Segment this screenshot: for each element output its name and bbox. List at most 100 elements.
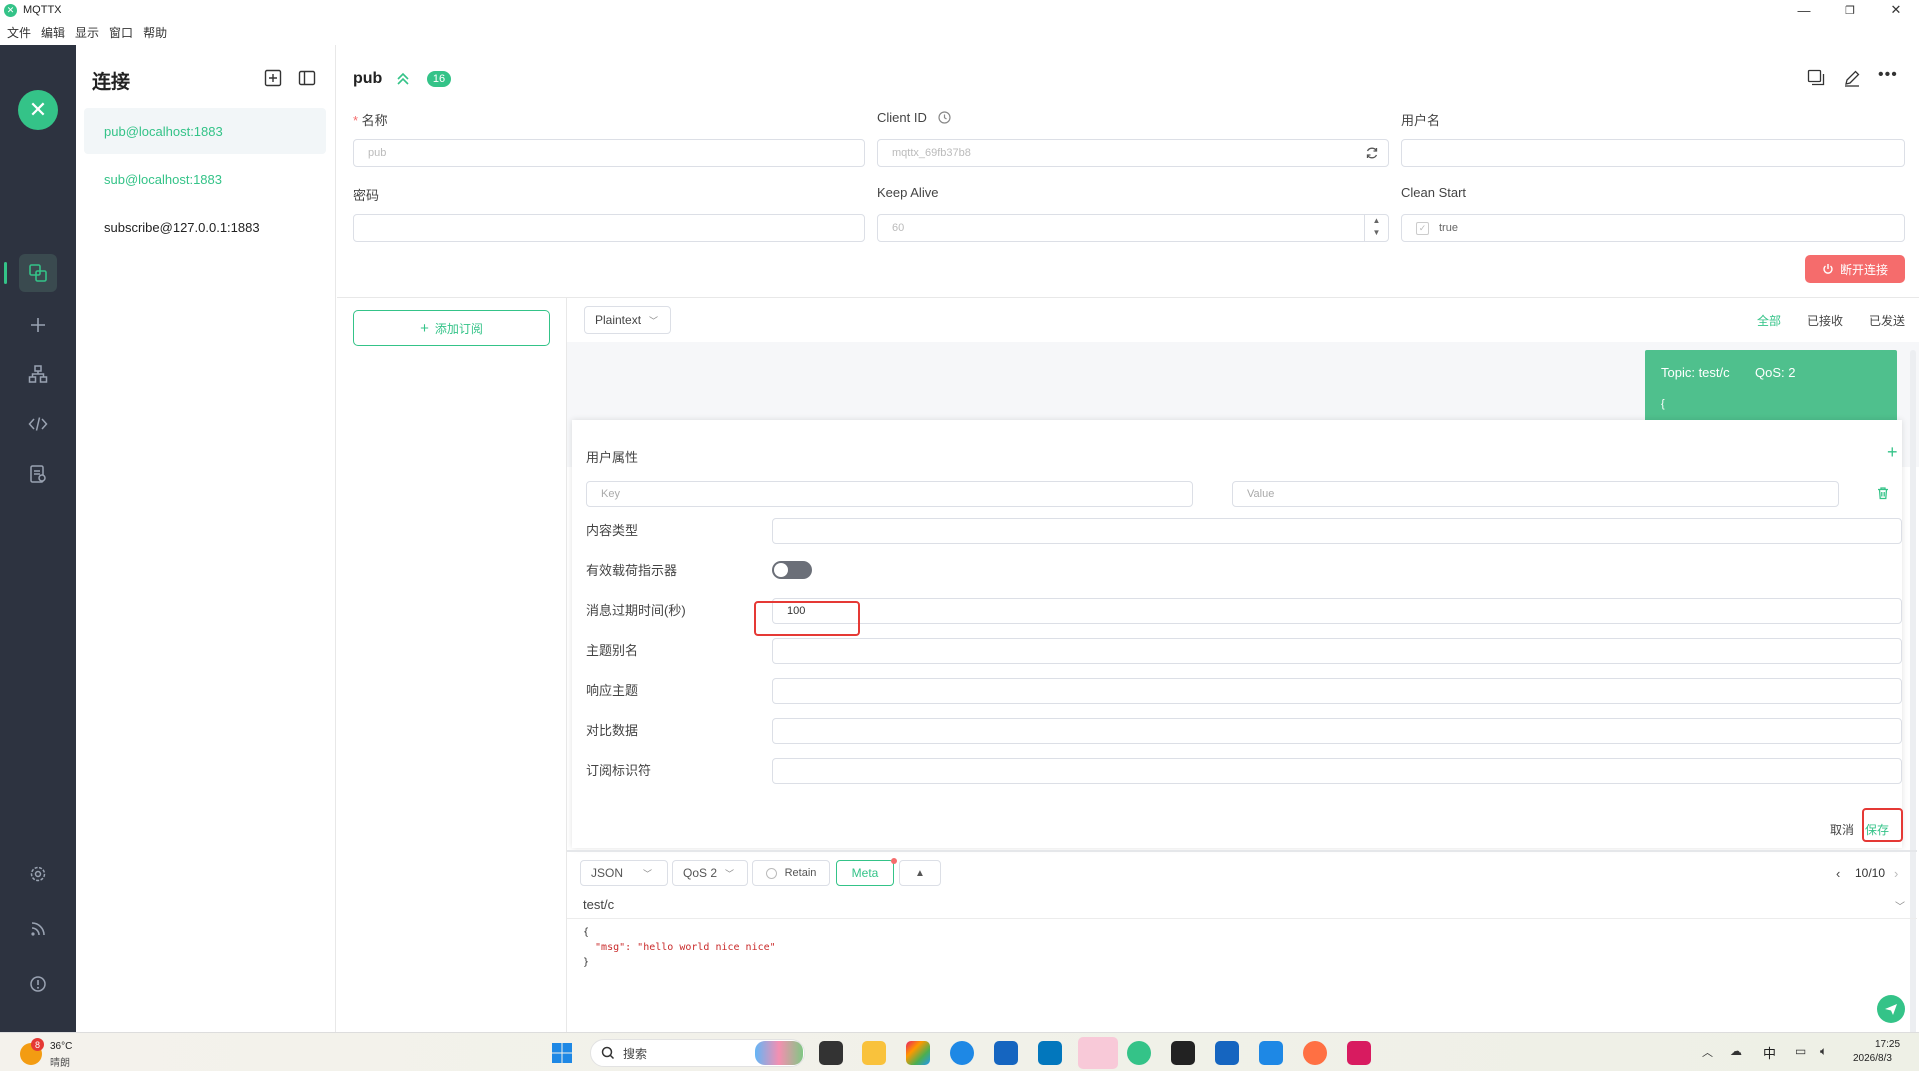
delete-property-icon[interactable]: [1876, 486, 1890, 505]
shark-app-icon[interactable]: [1215, 1041, 1239, 1065]
window-title: MQTTX: [23, 4, 62, 16]
payload-line: {: [583, 927, 590, 938]
menu-view[interactable]: 显示: [75, 24, 99, 41]
username-input[interactable]: [1401, 139, 1905, 167]
prev-message-icon[interactable]: ‹: [1836, 866, 1840, 881]
keepalive-stepper[interactable]: ▲ ▼: [1364, 215, 1388, 241]
cancel-button[interactable]: 取消: [1830, 821, 1854, 838]
m365-icon[interactable]: [906, 1041, 930, 1065]
menu-edit[interactable]: 编辑: [41, 24, 65, 41]
clientid-input[interactable]: mqttx_69fb37b8: [877, 139, 1389, 167]
new-connection-nav-icon[interactable]: [19, 306, 57, 344]
mqttx-taskbar-icon[interactable]: [1127, 1041, 1151, 1065]
expand-meta-button[interactable]: ▲: [899, 860, 941, 886]
connections-nav-icon[interactable]: [19, 254, 57, 292]
store-icon[interactable]: [994, 1041, 1018, 1065]
subscription-id-input[interactable]: [772, 758, 1902, 784]
toggle-sidebar-icon[interactable]: [298, 69, 316, 92]
user-property-value-input[interactable]: Value: [1232, 481, 1839, 507]
clock-icon: [938, 111, 952, 124]
send-icon: [1885, 1004, 1897, 1015]
content-type-input[interactable]: [772, 518, 1902, 544]
topic-history-chevron-icon[interactable]: ﹀: [1895, 898, 1905, 913]
more-options-icon[interactable]: •••: [1878, 66, 1898, 84]
chevron-down-icon: ﹀: [725, 868, 735, 879]
new-window-icon[interactable]: [1807, 69, 1825, 92]
topic-alias-input[interactable]: [772, 638, 1902, 664]
volume-icon[interactable]: 🔈︎: [1820, 1044, 1827, 1059]
cleanstart-label: Clean Start: [1401, 185, 1467, 200]
menu-file[interactable]: 文件: [7, 24, 31, 41]
filter-received-tab[interactable]: 已接收: [1807, 312, 1843, 329]
message-count-badge: 16: [427, 71, 451, 87]
user-property-key-input[interactable]: Key: [586, 481, 1193, 507]
connection-label: pub@localhost:1883: [104, 123, 223, 139]
log-nav-icon[interactable]: [19, 455, 57, 493]
terminal-icon[interactable]: [1171, 1041, 1195, 1065]
connection-item-pub[interactable]: pub@localhost:1883: [84, 108, 326, 154]
name-input[interactable]: pub: [353, 139, 865, 167]
edit-icon[interactable]: [1843, 69, 1861, 92]
ime-indicator[interactable]: 中: [1763, 1043, 1776, 1062]
display-icon[interactable]: ▭: [1795, 1044, 1806, 1058]
filter-sent-tab[interactable]: 已发送: [1869, 312, 1905, 329]
add-property-icon[interactable]: +: [1887, 442, 1898, 463]
close-button[interactable]: ✕: [1873, 0, 1919, 20]
divider: [337, 297, 1919, 298]
jetbrains-icon[interactable]: [1347, 1041, 1371, 1065]
expiry-label: 消息过期时间(秒): [586, 603, 686, 618]
settings-nav-icon[interactable]: [19, 855, 57, 893]
payload-line: "msg": "hello world nice nice": [583, 942, 776, 953]
about-nav-icon[interactable]: [19, 965, 57, 1003]
add-subscription-button[interactable]: + 添加订阅: [353, 310, 550, 346]
file-explorer-icon[interactable]: [862, 1041, 886, 1065]
topology-nav-icon[interactable]: [19, 355, 57, 393]
payload-editor[interactable]: { "msg": "hello world nice nice"}: [583, 925, 776, 970]
weather-badge: 8: [31, 1038, 44, 1051]
taskview-icon[interactable]: [819, 1041, 843, 1065]
keepalive-input[interactable]: 60: [877, 214, 1389, 242]
next-message-icon[interactable]: ›: [1894, 866, 1898, 881]
rss-nav-icon[interactable]: [19, 910, 57, 948]
tray-chevron-up-icon[interactable]: ︿: [1702, 1044, 1713, 1060]
message-scrollbar[interactable]: [1910, 350, 1916, 1050]
payload-indicator-toggle[interactable]: [772, 561, 812, 579]
script-nav-icon[interactable]: [19, 405, 57, 443]
connection-item-subscribe[interactable]: subscribe@127.0.0.1:1883: [84, 204, 326, 250]
start-button-icon[interactable]: [551, 1042, 573, 1069]
notepad-icon[interactable]: [1259, 1041, 1283, 1065]
collapse-up-icon[interactable]: [395, 70, 411, 91]
publish-topic-input[interactable]: test/c: [583, 897, 614, 912]
restore-button[interactable]: ❐: [1827, 0, 1873, 20]
meta-button[interactable]: Meta: [836, 860, 894, 886]
disconnect-button[interactable]: 断开连接: [1805, 255, 1905, 283]
refresh-clientid-icon[interactable]: [1365, 146, 1379, 165]
postman-icon[interactable]: [1303, 1041, 1327, 1065]
filter-all-tab[interactable]: 全部: [1757, 312, 1781, 329]
user-properties-label: 用户属性: [586, 450, 639, 465]
connection-label: sub@localhost:1883: [104, 171, 222, 187]
correlation-data-input[interactable]: [772, 718, 1902, 744]
menu-help[interactable]: 帮助: [143, 24, 167, 41]
publish-format-select[interactable]: JSON ﹀: [580, 860, 668, 886]
mail-app-icon[interactable]: [1078, 1037, 1118, 1069]
app-logo-icon: ✕: [4, 3, 17, 17]
menu-bar: 文件 编辑 显示 窗口 帮助: [0, 20, 1919, 45]
menu-window[interactable]: 窗口: [109, 24, 133, 41]
new-group-icon[interactable]: [264, 69, 282, 92]
edge-icon[interactable]: [950, 1041, 974, 1065]
retain-toggle[interactable]: Retain: [752, 860, 830, 886]
send-button[interactable]: [1877, 995, 1905, 1023]
connection-item-sub[interactable]: sub@localhost:1883: [84, 156, 326, 202]
outlook-icon[interactable]: [1038, 1041, 1062, 1065]
search-highlight-icon[interactable]: [755, 1041, 803, 1065]
response-topic-input[interactable]: [772, 678, 1902, 704]
payload-format-select[interactable]: Plaintext ﹀: [584, 306, 671, 334]
qos-select[interactable]: QoS 2 ﹀: [672, 860, 748, 886]
password-input[interactable]: [353, 214, 865, 242]
expiry-input[interactable]: 100: [772, 598, 1902, 624]
cleanstart-checkbox[interactable]: ✓: [1416, 221, 1429, 235]
network-off-icon[interactable]: ☁: [1730, 1044, 1742, 1058]
connections-panel: 连接 pub@localhost:1883 sub@localhost:1883…: [76, 45, 336, 1032]
minimize-button[interactable]: —: [1781, 0, 1827, 20]
